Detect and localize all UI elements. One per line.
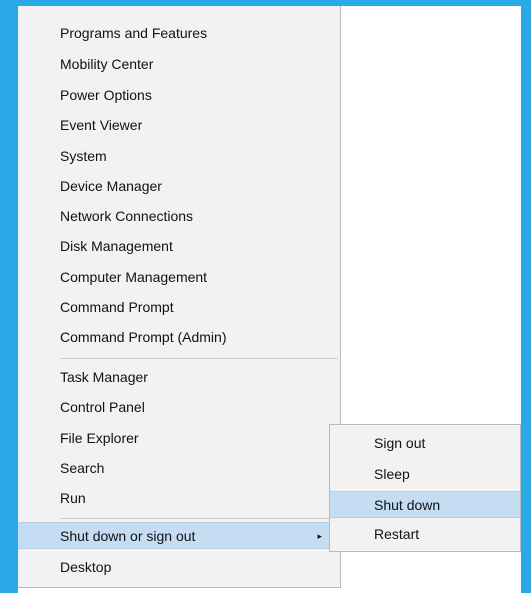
menu-item-control-panel[interactable]: Control Panel: [18, 394, 340, 421]
menu-separator: [60, 518, 338, 519]
menu-item-search[interactable]: Search: [18, 455, 340, 482]
winx-context-menu: Programs and Features Mobility Center Po…: [18, 6, 341, 588]
menu-separator: [60, 358, 338, 359]
menu-item-programs-and-features[interactable]: Programs and Features: [18, 20, 340, 47]
submenu-arrow-icon: ▸: [317, 531, 322, 541]
menu-item-disk-management[interactable]: Disk Management: [18, 233, 340, 260]
submenu-item-restart[interactable]: Restart: [330, 521, 520, 548]
menu-item-computer-management[interactable]: Computer Management: [18, 264, 340, 291]
submenu-item-sign-out[interactable]: Sign out: [330, 430, 520, 457]
menu-item-file-explorer[interactable]: File Explorer: [18, 425, 340, 452]
menu-item-run[interactable]: Run: [18, 485, 340, 512]
menu-item-command-prompt[interactable]: Command Prompt: [18, 294, 340, 321]
menu-item-power-options[interactable]: Power Options: [18, 82, 340, 109]
menu-item-system[interactable]: System: [18, 143, 340, 170]
shutdown-submenu: Sign out Sleep Shut down Restart: [329, 424, 521, 552]
menu-item-network-connections[interactable]: Network Connections: [18, 203, 340, 230]
submenu-item-sleep[interactable]: Sleep: [330, 461, 520, 488]
menu-item-event-viewer[interactable]: Event Viewer: [18, 112, 340, 139]
menu-item-desktop[interactable]: Desktop: [18, 554, 340, 581]
menu-item-mobility-center[interactable]: Mobility Center: [18, 51, 340, 78]
submenu-item-shut-down[interactable]: Shut down: [330, 491, 520, 518]
menu-item-command-prompt-admin[interactable]: Command Prompt (Admin): [18, 324, 340, 351]
menu-item-label: Shut down or sign out: [60, 528, 196, 544]
menu-item-device-manager[interactable]: Device Manager: [18, 173, 340, 200]
menu-item-shut-down-or-sign-out[interactable]: Shut down or sign out ▸: [18, 522, 340, 549]
menu-item-task-manager[interactable]: Task Manager: [18, 364, 340, 391]
